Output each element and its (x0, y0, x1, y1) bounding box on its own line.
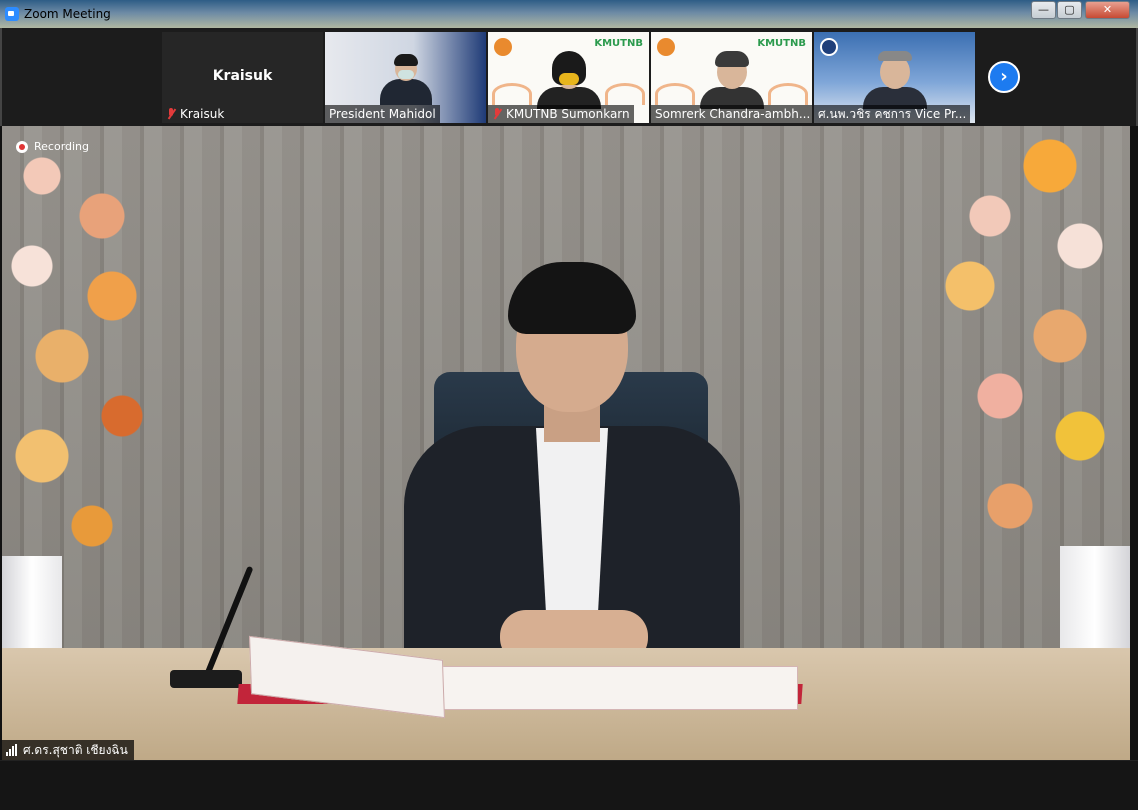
ornament-icon (605, 83, 645, 105)
participant-video-figure (536, 51, 601, 109)
chevron-right-icon: › (1000, 66, 1008, 87)
participant-video-figure (862, 51, 927, 109)
participant-name-bar: President Mahidol (325, 105, 440, 123)
bottom-area (0, 760, 1138, 810)
zoom-meeting-window: Zoom Meeting — ▢ ✕ Kraisuk Kraisuk Presi… (0, 0, 1138, 810)
participant-name: President Mahidol (329, 107, 436, 121)
recording-label: Recording (34, 140, 90, 153)
signing-folder (237, 635, 803, 719)
active-speaker-name-bar: ศ.ดร.สุชาติ เชียงฉิน (2, 740, 134, 760)
mic-muted-icon (492, 108, 502, 120)
ornament-icon (492, 83, 532, 105)
recording-indicator[interactable]: Recording (16, 140, 89, 153)
pen-stand (170, 670, 242, 688)
participant-name: KMUTNB Sumonkarn (506, 107, 630, 121)
active-speaker-video[interactable]: Recording (2, 126, 1130, 760)
active-speaker-name: ศ.ดร.สุชาติ เชียงฉิน (23, 743, 128, 757)
participant-video-figure (699, 51, 764, 109)
ornament-icon (768, 83, 808, 105)
minimize-button[interactable]: — (1031, 1, 1056, 19)
participant-name-bar: Kraisuk (162, 105, 228, 123)
participant-tile-3[interactable]: KMUTNB Somrerk Chandra-ambh... (651, 32, 812, 123)
window-title: Zoom Meeting (24, 7, 111, 21)
participant-tile-4[interactable]: ศ.นพ.วชิร คชการ Vice Pr... (814, 32, 975, 123)
kmutnb-logo: KMUTNB (757, 38, 806, 49)
flower-decoration-left (2, 126, 172, 626)
participant-big-name: Kraisuk (212, 68, 273, 84)
participant-name: ศ.นพ.วชิร คชการ Vice Pr... (818, 107, 967, 121)
participant-gallery-strip: Kraisuk Kraisuk President Mahidol KMUTNB (0, 28, 1138, 126)
participant-name: Kraisuk (180, 107, 225, 121)
university-seal-icon (820, 38, 838, 56)
participant-tile-1[interactable]: President Mahidol (325, 32, 486, 123)
participant-video-figure (379, 54, 432, 105)
maximize-button[interactable]: ▢ (1057, 1, 1082, 19)
participant-tile-self[interactable]: Kraisuk Kraisuk (162, 32, 323, 123)
kmutnb-logo: KMUTNB (594, 38, 643, 49)
participant-tile-2[interactable]: KMUTNB KMUTNB Sumonkarn (488, 32, 649, 123)
zoom-app-icon (5, 7, 19, 21)
university-seal-icon (494, 38, 512, 56)
participant-name-bar: Somrerk Chandra-ambh... (651, 105, 812, 123)
mic-muted-icon (166, 108, 176, 120)
ornament-icon (655, 83, 695, 105)
participant-name-bar: ศ.นพ.วชิร คชการ Vice Pr... (814, 105, 971, 123)
next-page-button[interactable]: › (988, 61, 1020, 93)
close-button[interactable]: ✕ (1085, 1, 1130, 19)
record-icon (16, 140, 28, 153)
speaker-figure (404, 256, 740, 696)
connection-signal-icon (6, 744, 17, 756)
participant-name-bar: KMUTNB Sumonkarn (488, 105, 634, 123)
university-seal-icon (657, 38, 675, 56)
title-bar: Zoom Meeting — ▢ ✕ (0, 0, 1138, 28)
participant-name: Somrerk Chandra-ambh... (655, 107, 811, 121)
